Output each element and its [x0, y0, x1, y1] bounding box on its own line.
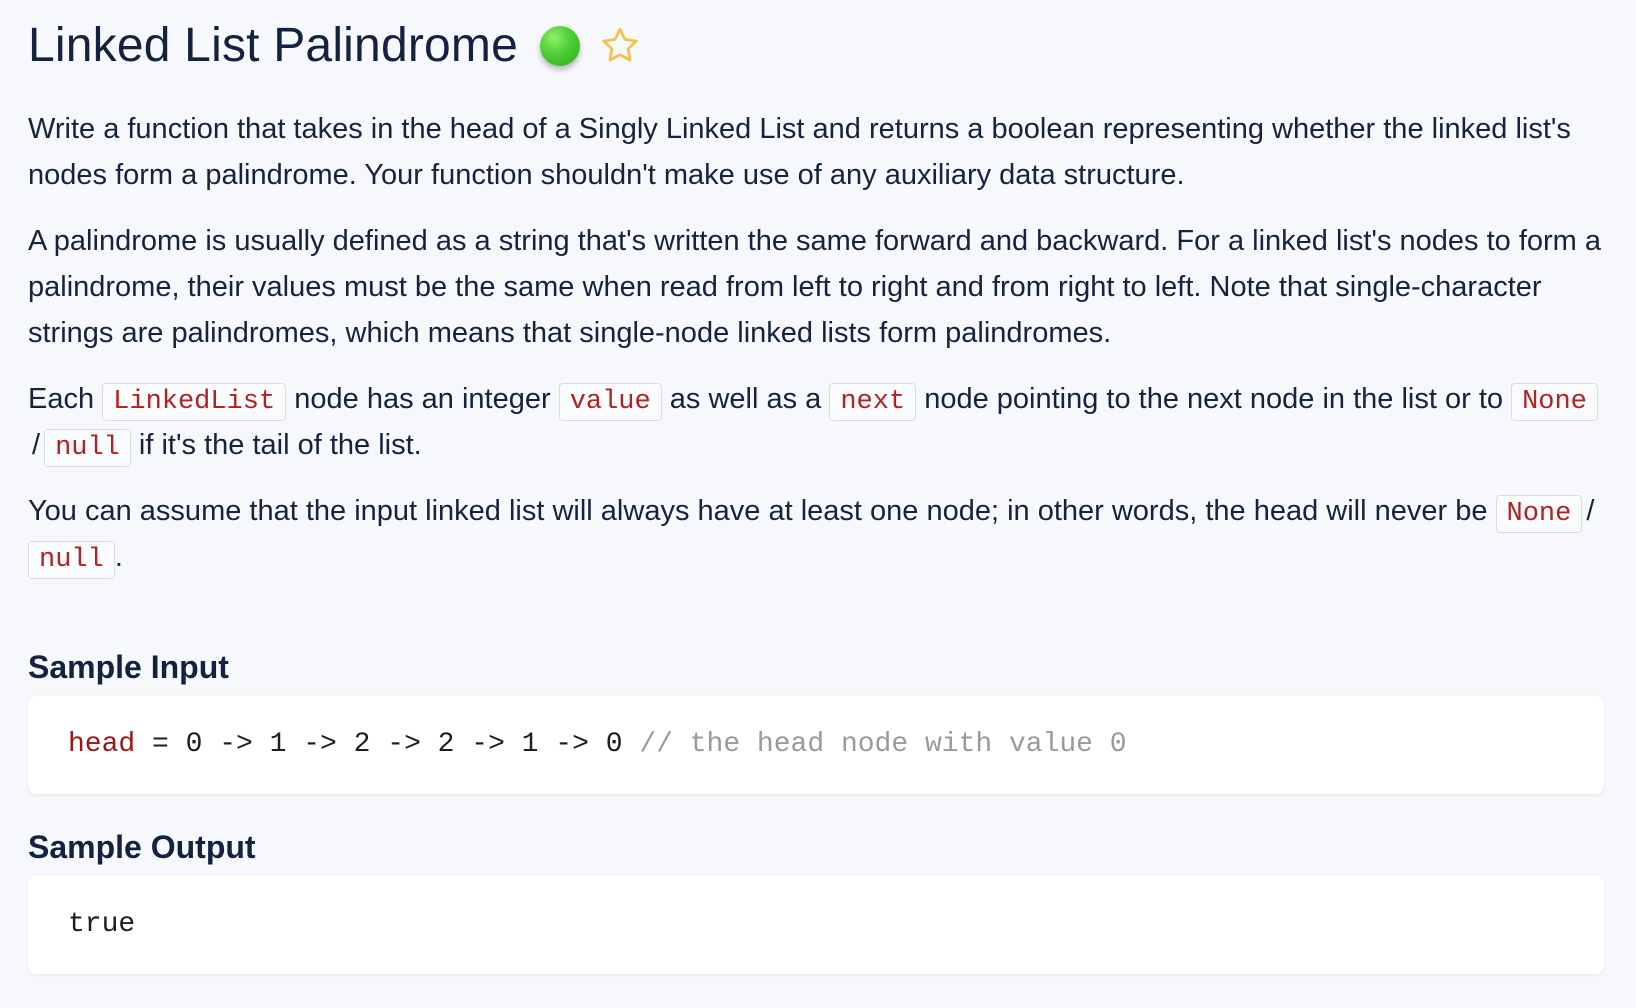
- inline-code-none: None: [1511, 383, 1598, 421]
- code-variable: head: [68, 729, 136, 760]
- title-row: Linked List Palindrome: [28, 12, 642, 80]
- paragraph-text: if it's the tail of the list.: [130, 429, 422, 461]
- slash-separator: /: [32, 429, 41, 461]
- paragraph-text: node pointing to the next node in the li…: [916, 383, 1512, 415]
- difficulty-indicator: [540, 26, 581, 66]
- paragraph-text: node has an integer: [286, 383, 559, 415]
- description-paragraph-1: Write a function that takes in the head …: [28, 113, 1571, 191]
- sample-output-value: true: [68, 909, 136, 940]
- slash-separator: /: [1586, 495, 1595, 527]
- description-paragraph-4: You can assume that the input linked lis…: [28, 488, 1608, 580]
- inline-code-null: null: [28, 541, 115, 579]
- paragraph-text: Each: [28, 383, 103, 415]
- sample-input-code-line: head = 0 -> 1 -> 2 -> 2 -> 1 -> 0 // the…: [68, 725, 1127, 765]
- description-paragraph-2: A palindrome is usually defined as a str…: [28, 225, 1602, 349]
- inline-code-linkedlist: LinkedList: [102, 383, 287, 421]
- code-expression: = 0 -> 1 -> 2 -> 2 -> 1 -> 0: [135, 729, 640, 760]
- sample-output-code-block: true: [28, 876, 1604, 974]
- paragraph-text: as well as a: [661, 383, 830, 415]
- paragraph-text: .: [114, 541, 123, 573]
- sample-output-title: Sample Output: [28, 829, 256, 865]
- star-outline-icon[interactable]: [598, 24, 642, 68]
- inline-code-next: next: [829, 383, 917, 421]
- problem-page: Linked List Palindrome Write a function …: [0, 0, 1636, 1008]
- description-paragraph-3: Each LinkedList node has an integer valu…: [28, 376, 1608, 468]
- code-comment: // the head node with value 0: [639, 729, 1127, 760]
- sample-input-title: Sample Input: [28, 649, 229, 685]
- sample-input-code-block: head = 0 -> 1 -> 2 -> 2 -> 1 -> 0 // the…: [28, 696, 1604, 794]
- inline-code-none: None: [1495, 495, 1583, 533]
- problem-description: Write a function that takes in the head …: [28, 106, 1608, 580]
- inline-code-value: value: [558, 383, 662, 421]
- paragraph-text: You can assume that the input linked lis…: [28, 495, 1496, 527]
- page-title: Linked List Palindrome: [28, 19, 519, 72]
- inline-code-null: null: [44, 429, 131, 467]
